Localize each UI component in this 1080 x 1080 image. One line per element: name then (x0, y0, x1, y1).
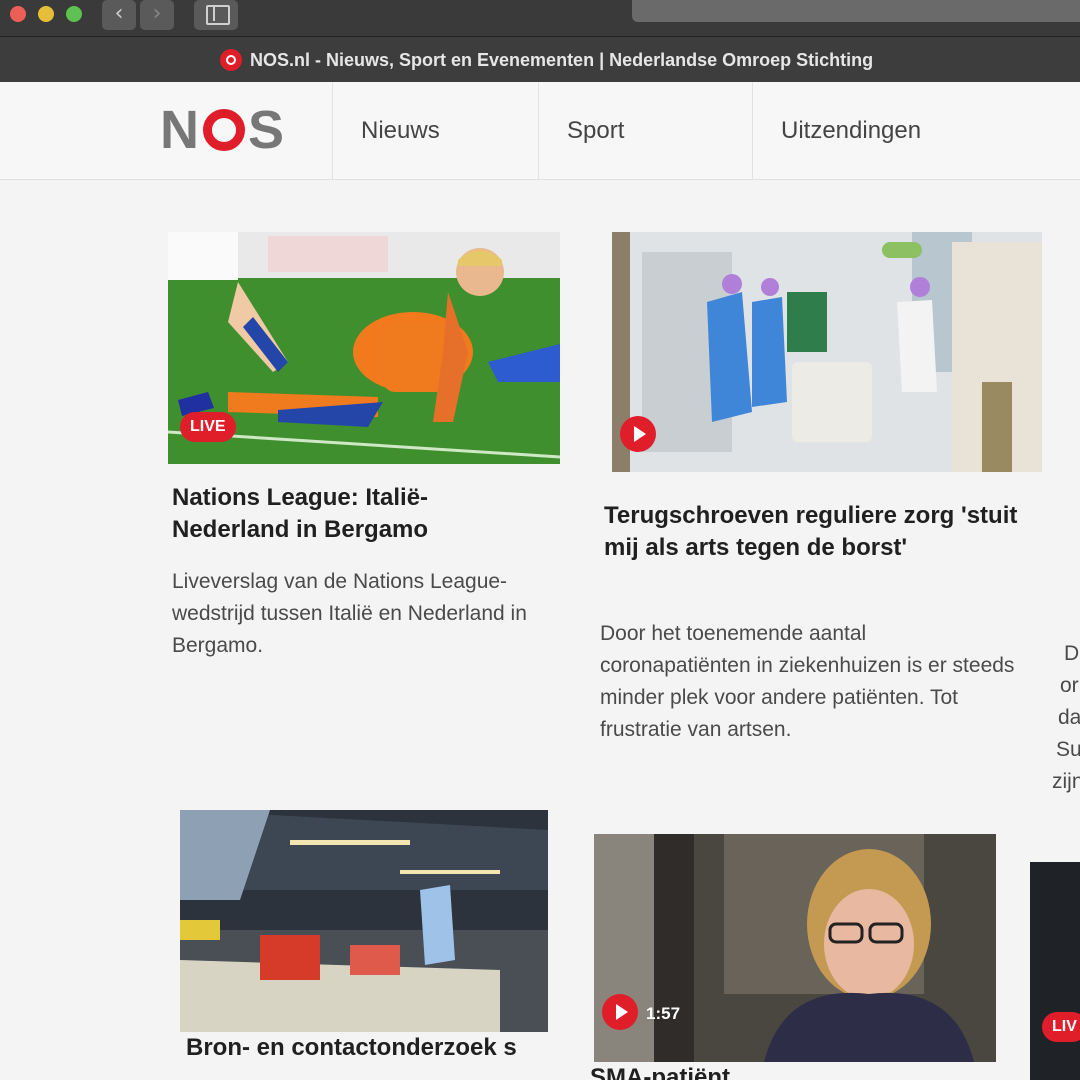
edge-description-line-2: or (1060, 674, 1079, 697)
web-page: N S Nieuws Sport Uitzendingen LIVE Natio… (0, 82, 1080, 1080)
nos-favicon-icon (220, 49, 242, 71)
article-3-image[interactable] (180, 810, 548, 1032)
sidebar-toggle-icon[interactable] (194, 0, 238, 30)
back-button[interactable]: ‹ (102, 0, 136, 30)
address-bar[interactable] (632, 0, 1080, 22)
logo-letter-s: S (248, 100, 286, 160)
forward-button[interactable]: › (140, 0, 174, 30)
logo-o-circle-icon (203, 109, 245, 151)
article-2-description: Door het toenemende aantal coronapatiënt… (600, 622, 1015, 741)
article-4-image[interactable]: 1:57 (594, 834, 996, 1062)
article-4-headline[interactable]: SMA-patiënt (590, 1062, 890, 1080)
video-play-icon[interactable] (602, 994, 638, 1030)
nos-logo[interactable]: N S (160, 100, 285, 160)
minimize-window-button[interactable] (38, 6, 54, 22)
live-badge: LIV (1042, 1012, 1080, 1042)
article-3-headline[interactable]: Bron- en contactonderzoek stopt bij 10.0… (186, 1032, 516, 1080)
browser-toolbar: ‹ › (0, 0, 1080, 36)
edge-description-line-4: Su (1056, 738, 1080, 761)
edge-description-line-3: da (1058, 706, 1080, 729)
article-2-image[interactable] (612, 232, 1042, 472)
active-tab[interactable]: NOS.nl - Nieuws, Sport en Evenementen | … (220, 47, 873, 73)
nav-uitzendingen[interactable]: Uitzendingen (752, 82, 1080, 180)
interview-photo (594, 834, 996, 1062)
article-1-image[interactable]: LIVE (168, 232, 560, 464)
article-1-description: Liveverslag van de Nations League-wedstr… (172, 570, 527, 657)
test-lab-photo (180, 810, 548, 1032)
video-duration: 1:57 (646, 1004, 681, 1023)
edge-description-line-5: zijn (1052, 770, 1080, 793)
article-1-headline[interactable]: Nations League: Italië-Nederland in Berg… (172, 482, 532, 546)
edge-description-line-1: D (1064, 642, 1080, 665)
maximize-window-button[interactable] (66, 6, 82, 22)
site-header: N S Nieuws Sport Uitzendingen (0, 82, 1080, 180)
close-window-button[interactable] (10, 6, 26, 22)
nav-sport[interactable]: Sport (538, 82, 752, 180)
article-2-headline[interactable]: Terugschroeven reguliere zorg 'stuit mij… (604, 500, 1034, 564)
tab-title-text: NOS.nl - Nieuws, Sport en Evenementen | … (250, 49, 874, 70)
nav-nieuws[interactable]: Nieuws (332, 82, 538, 180)
hospital-photo (612, 232, 1042, 472)
article-5-image[interactable]: LIV (1030, 862, 1080, 1080)
logo-letter-n: N (160, 100, 200, 160)
tab-bar: NOS.nl - Nieuws, Sport en Evenementen | … (0, 36, 1080, 82)
live-badge: LIVE (180, 412, 236, 442)
video-play-icon[interactable] (620, 416, 656, 452)
